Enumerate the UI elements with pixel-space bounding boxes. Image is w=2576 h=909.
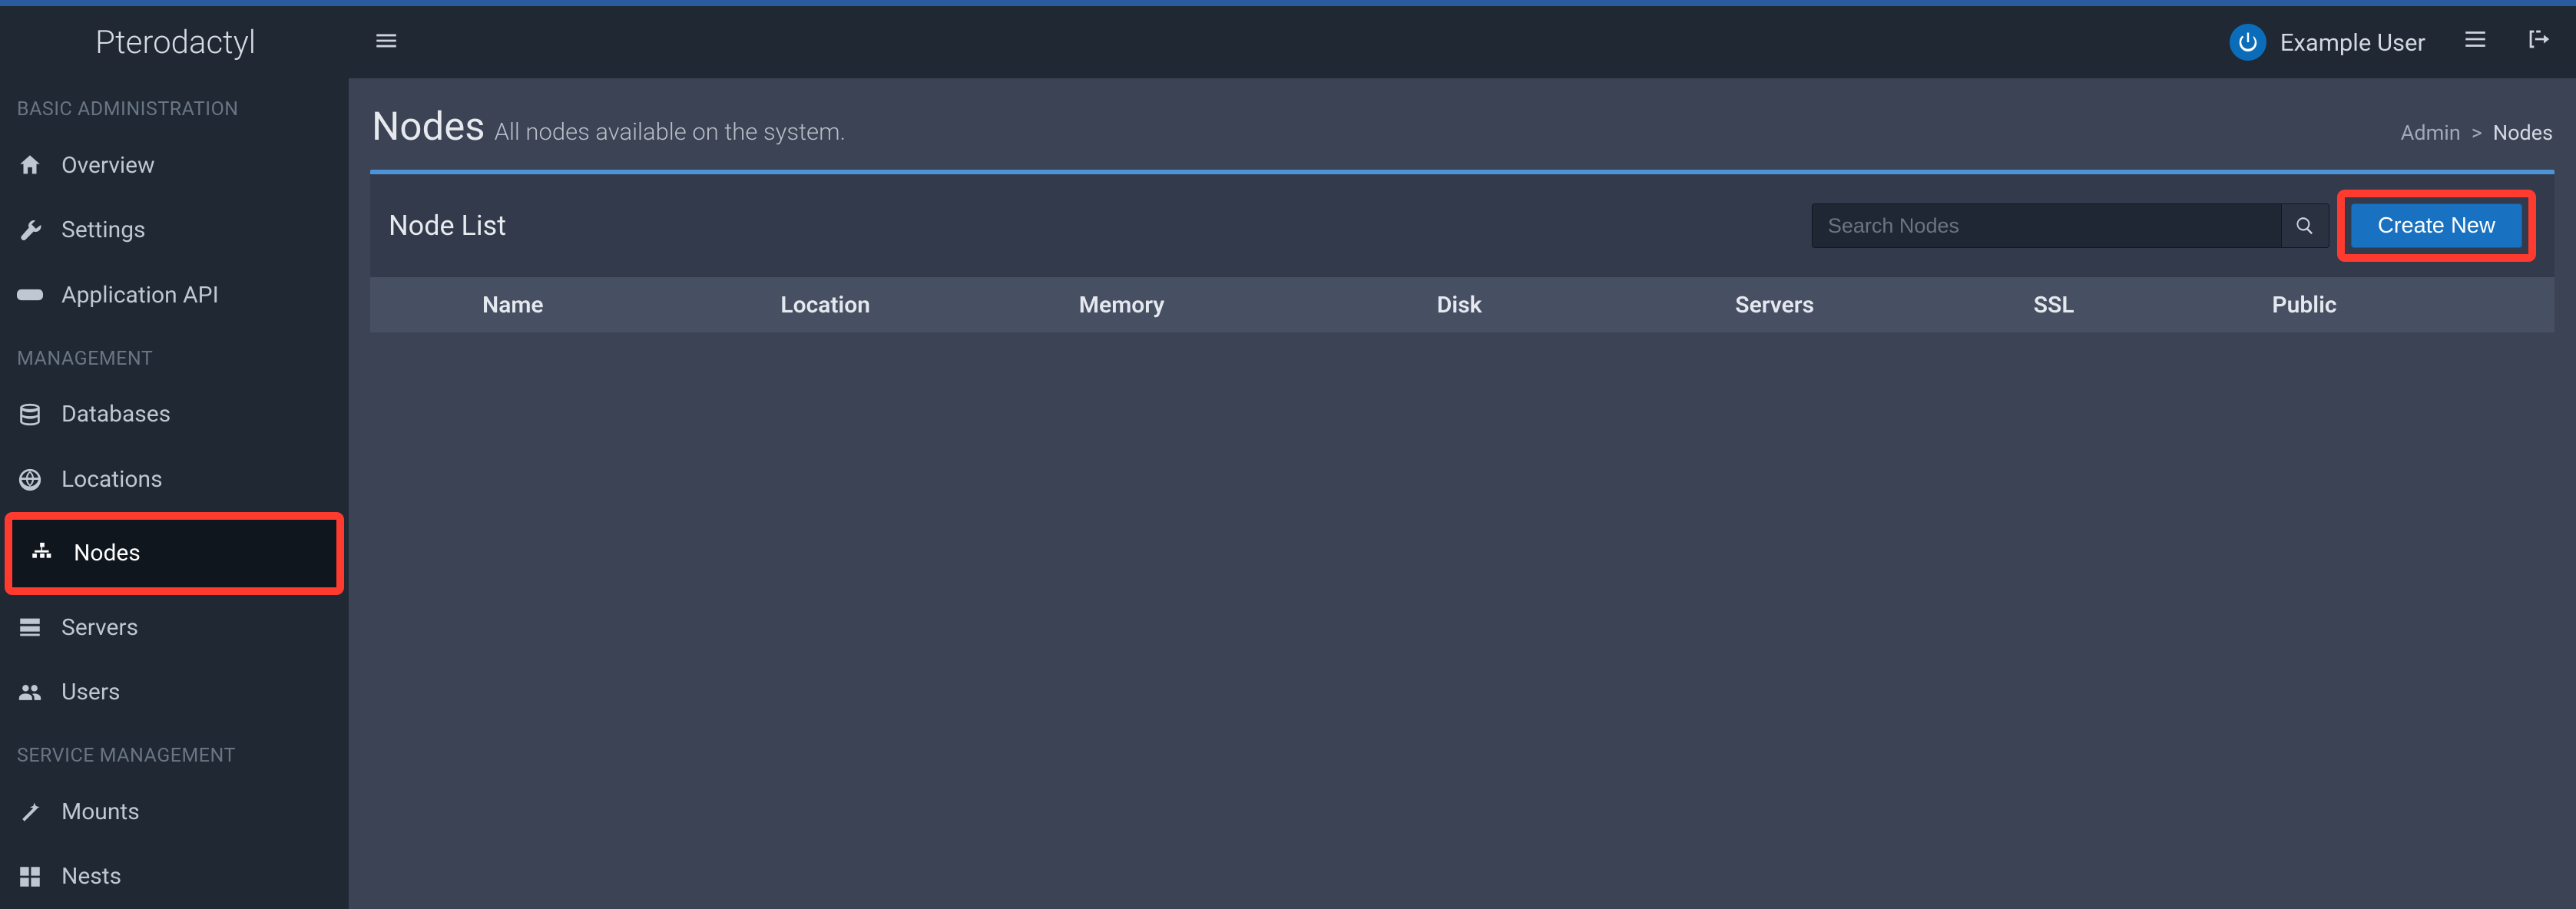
sidebar-item-label: Application API	[61, 282, 219, 309]
sidebar-item-databases[interactable]: Databases	[0, 382, 349, 448]
top-accent-line	[0, 0, 2576, 6]
sidebar-item-servers[interactable]: Servers	[0, 595, 349, 660]
page-title: Nodes	[372, 104, 485, 150]
magic-icon	[17, 798, 43, 825]
app-root: Pterodactyl BASIC ADMINISTRATION Overvie…	[0, 6, 2576, 909]
brand-title[interactable]: Pterodactyl	[0, 6, 349, 78]
breadcrumb-separator: >	[2472, 121, 2482, 145]
home-icon	[17, 152, 43, 178]
menu-toggle-button[interactable]	[373, 28, 399, 57]
gamepad-icon	[17, 282, 43, 308]
sidebar-item-label: Nests	[61, 863, 121, 890]
highlight-nodes: Nodes	[5, 512, 344, 595]
globe-icon	[17, 467, 43, 493]
page-heading-group: Nodes All nodes available on the system.	[372, 104, 846, 150]
sidebar-item-overview[interactable]: Overview	[0, 133, 349, 198]
col-disk: Disk	[1434, 292, 1732, 319]
page-subtitle: All nodes available on the system.	[495, 117, 846, 146]
database-icon	[17, 402, 43, 428]
sidebar: Pterodactyl BASIC ADMINISTRATION Overvie…	[0, 6, 349, 909]
sidebar-item-label: Users	[61, 679, 121, 706]
col-location: Location	[777, 292, 1075, 319]
col-memory: Memory	[1076, 292, 1434, 319]
sidebar-item-label: Settings	[61, 217, 146, 243]
sidebar-item-mounts[interactable]: Mounts	[0, 779, 349, 845]
users-icon	[17, 679, 43, 706]
sidebar-item-users[interactable]: Users	[0, 659, 349, 725]
search-button[interactable]	[2282, 203, 2329, 248]
sidebar-item-label: Mounts	[61, 798, 140, 825]
wrench-icon	[17, 217, 43, 243]
list-icon[interactable]	[2462, 26, 2488, 58]
breadcrumb-root[interactable]: Admin	[2401, 121, 2461, 145]
search-icon	[2295, 216, 2315, 236]
sidebar-item-label: Locations	[61, 466, 163, 493]
sidebar-section-management: MANAGEMENT	[0, 328, 349, 382]
node-list-panel: Node List Create New	[370, 170, 2554, 332]
panel-actions: Create New	[1812, 190, 2536, 262]
sidebar-item-nodes[interactable]: Nodes	[12, 520, 336, 587]
logout-icon[interactable]	[2525, 26, 2551, 58]
content-wrap: Nodes All nodes available on the system.…	[349, 78, 2576, 354]
breadcrumb: Admin > Nodes	[2401, 121, 2553, 145]
topbar-right: Example User	[2230, 24, 2551, 61]
sidebar-item-label: Nodes	[74, 540, 141, 567]
user-name: Example User	[2280, 28, 2425, 57]
sitemap-icon	[29, 540, 55, 567]
sidebar-item-label: Overview	[61, 152, 155, 179]
search-input[interactable]	[1812, 203, 2282, 248]
create-new-button[interactable]: Create New	[2351, 203, 2522, 248]
panel-header: Node List Create New	[370, 174, 2554, 277]
page-header: Nodes All nodes available on the system.…	[370, 92, 2554, 170]
panel-title: Node List	[389, 210, 506, 242]
table-header-row: Name Location Memory Disk Servers SSL Pu…	[370, 277, 2554, 332]
highlight-create-new: Create New	[2337, 190, 2536, 262]
col-ssl: SSL	[2031, 292, 2270, 319]
col-servers: Servers	[1732, 292, 2030, 319]
sidebar-section-basic-admin: BASIC ADMINISTRATION	[0, 78, 349, 133]
sidebar-item-nests[interactable]: Nests	[0, 845, 349, 909]
topbar: Example User	[349, 6, 2576, 78]
sidebar-item-settings[interactable]: Settings	[0, 198, 349, 263]
user-menu[interactable]: Example User	[2230, 24, 2425, 61]
sidebar-item-application-api[interactable]: Application API	[0, 263, 349, 328]
col-public: Public	[2269, 292, 2538, 319]
search-group	[1812, 203, 2329, 248]
nodes-table: Name Location Memory Disk Servers SSL Pu…	[370, 277, 2554, 332]
grid-icon	[17, 864, 43, 890]
sidebar-item-label: Servers	[61, 614, 138, 641]
sidebar-item-label: Databases	[61, 401, 171, 428]
power-icon	[2230, 24, 2266, 61]
col-name: Name	[479, 292, 777, 319]
main-area: Example User Nodes All nodes available o…	[349, 6, 2576, 909]
server-icon	[17, 614, 43, 640]
sidebar-item-locations[interactable]: Locations	[0, 447, 349, 512]
breadcrumb-current: Nodes	[2493, 121, 2553, 145]
sidebar-section-service-management: SERVICE MANAGEMENT	[0, 725, 349, 779]
